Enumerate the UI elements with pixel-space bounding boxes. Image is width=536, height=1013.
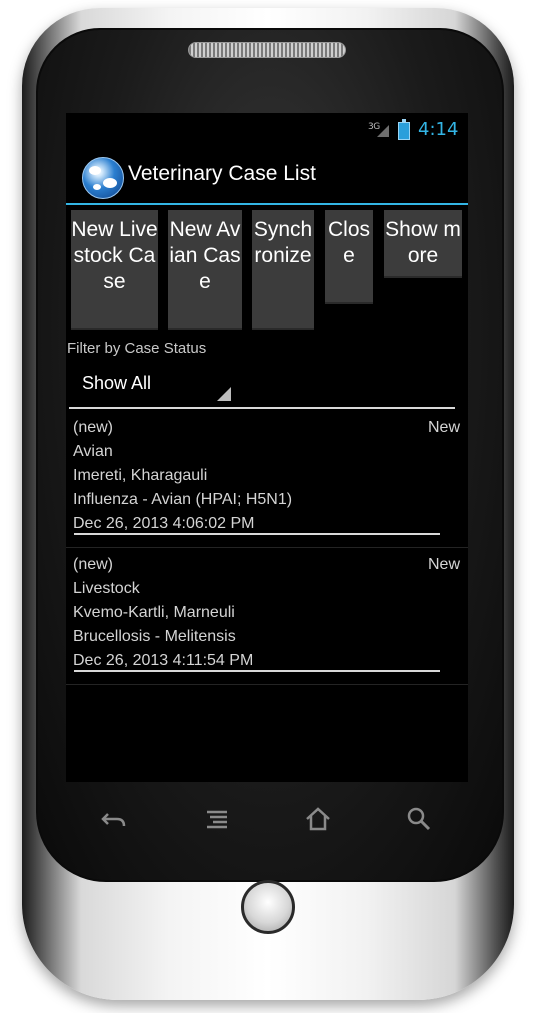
case-name: (new): [73, 419, 114, 436]
action-bar: Veterinary Case List: [66, 147, 468, 205]
case-disease: Brucellosis - Melitensis: [73, 628, 236, 645]
case-list-item[interactable]: (new) New Livestock Kvemo-Kartli, Marneu…: [66, 550, 468, 685]
device-screen: 3G 4:14 Veterinary Case List New Livesto…: [66, 113, 468, 782]
close-button[interactable]: Close: [325, 210, 373, 304]
status-bar: 3G 4:14: [66, 113, 468, 147]
app-title: Veterinary Case List: [128, 162, 316, 185]
hardware-home-button[interactable]: [241, 880, 295, 934]
synchronize-button[interactable]: Synchronize: [252, 210, 314, 330]
search-icon[interactable]: [404, 804, 434, 834]
globe-app-icon[interactable]: [82, 157, 124, 199]
filter-label: Filter by Case Status: [67, 340, 207, 357]
signal-icon: [377, 125, 389, 137]
dropdown-corner-icon: [217, 387, 231, 401]
case-type: Livestock: [73, 580, 140, 597]
spinner-selected-value: Show All: [82, 373, 152, 393]
back-icon[interactable]: [99, 804, 129, 834]
new-avian-case-button[interactable]: New Avian Case: [168, 210, 242, 330]
case-location: Imereti, Kharagauli: [73, 467, 208, 484]
case-date: Dec 26, 2013 4:06:02 PM: [73, 515, 255, 532]
case-status: New: [427, 556, 460, 573]
globe-cloud-shape: [93, 184, 101, 190]
case-date: Dec 26, 2013 4:11:54 PM: [73, 652, 254, 669]
case-status-spinner[interactable]: Show All: [69, 363, 455, 409]
case-name: (new): [73, 556, 114, 573]
case-list-item[interactable]: (new) New Avian Imereti, Kharagauli Infl…: [66, 413, 468, 548]
globe-cloud-shape: [89, 166, 101, 175]
case-location: Kvemo-Kartli, Marneuli: [73, 604, 235, 621]
case-divider: [74, 670, 440, 672]
battery-icon: [398, 119, 410, 140]
navigation-bar: [66, 786, 468, 850]
case-status: New: [427, 419, 460, 436]
case-type: Avian: [73, 443, 113, 460]
home-icon[interactable]: [303, 804, 333, 834]
globe-cloud-shape: [103, 178, 117, 188]
case-disease: Influenza - Avian (HPAI; H5N1): [73, 491, 293, 508]
menu-icon[interactable]: [202, 804, 232, 834]
status-clock: 4:14: [418, 119, 459, 140]
case-divider: [74, 533, 440, 535]
speaker-grille: [188, 42, 346, 58]
show-more-button[interactable]: Show more: [384, 210, 462, 278]
new-livestock-case-button[interactable]: New Livestock Case: [71, 210, 158, 330]
